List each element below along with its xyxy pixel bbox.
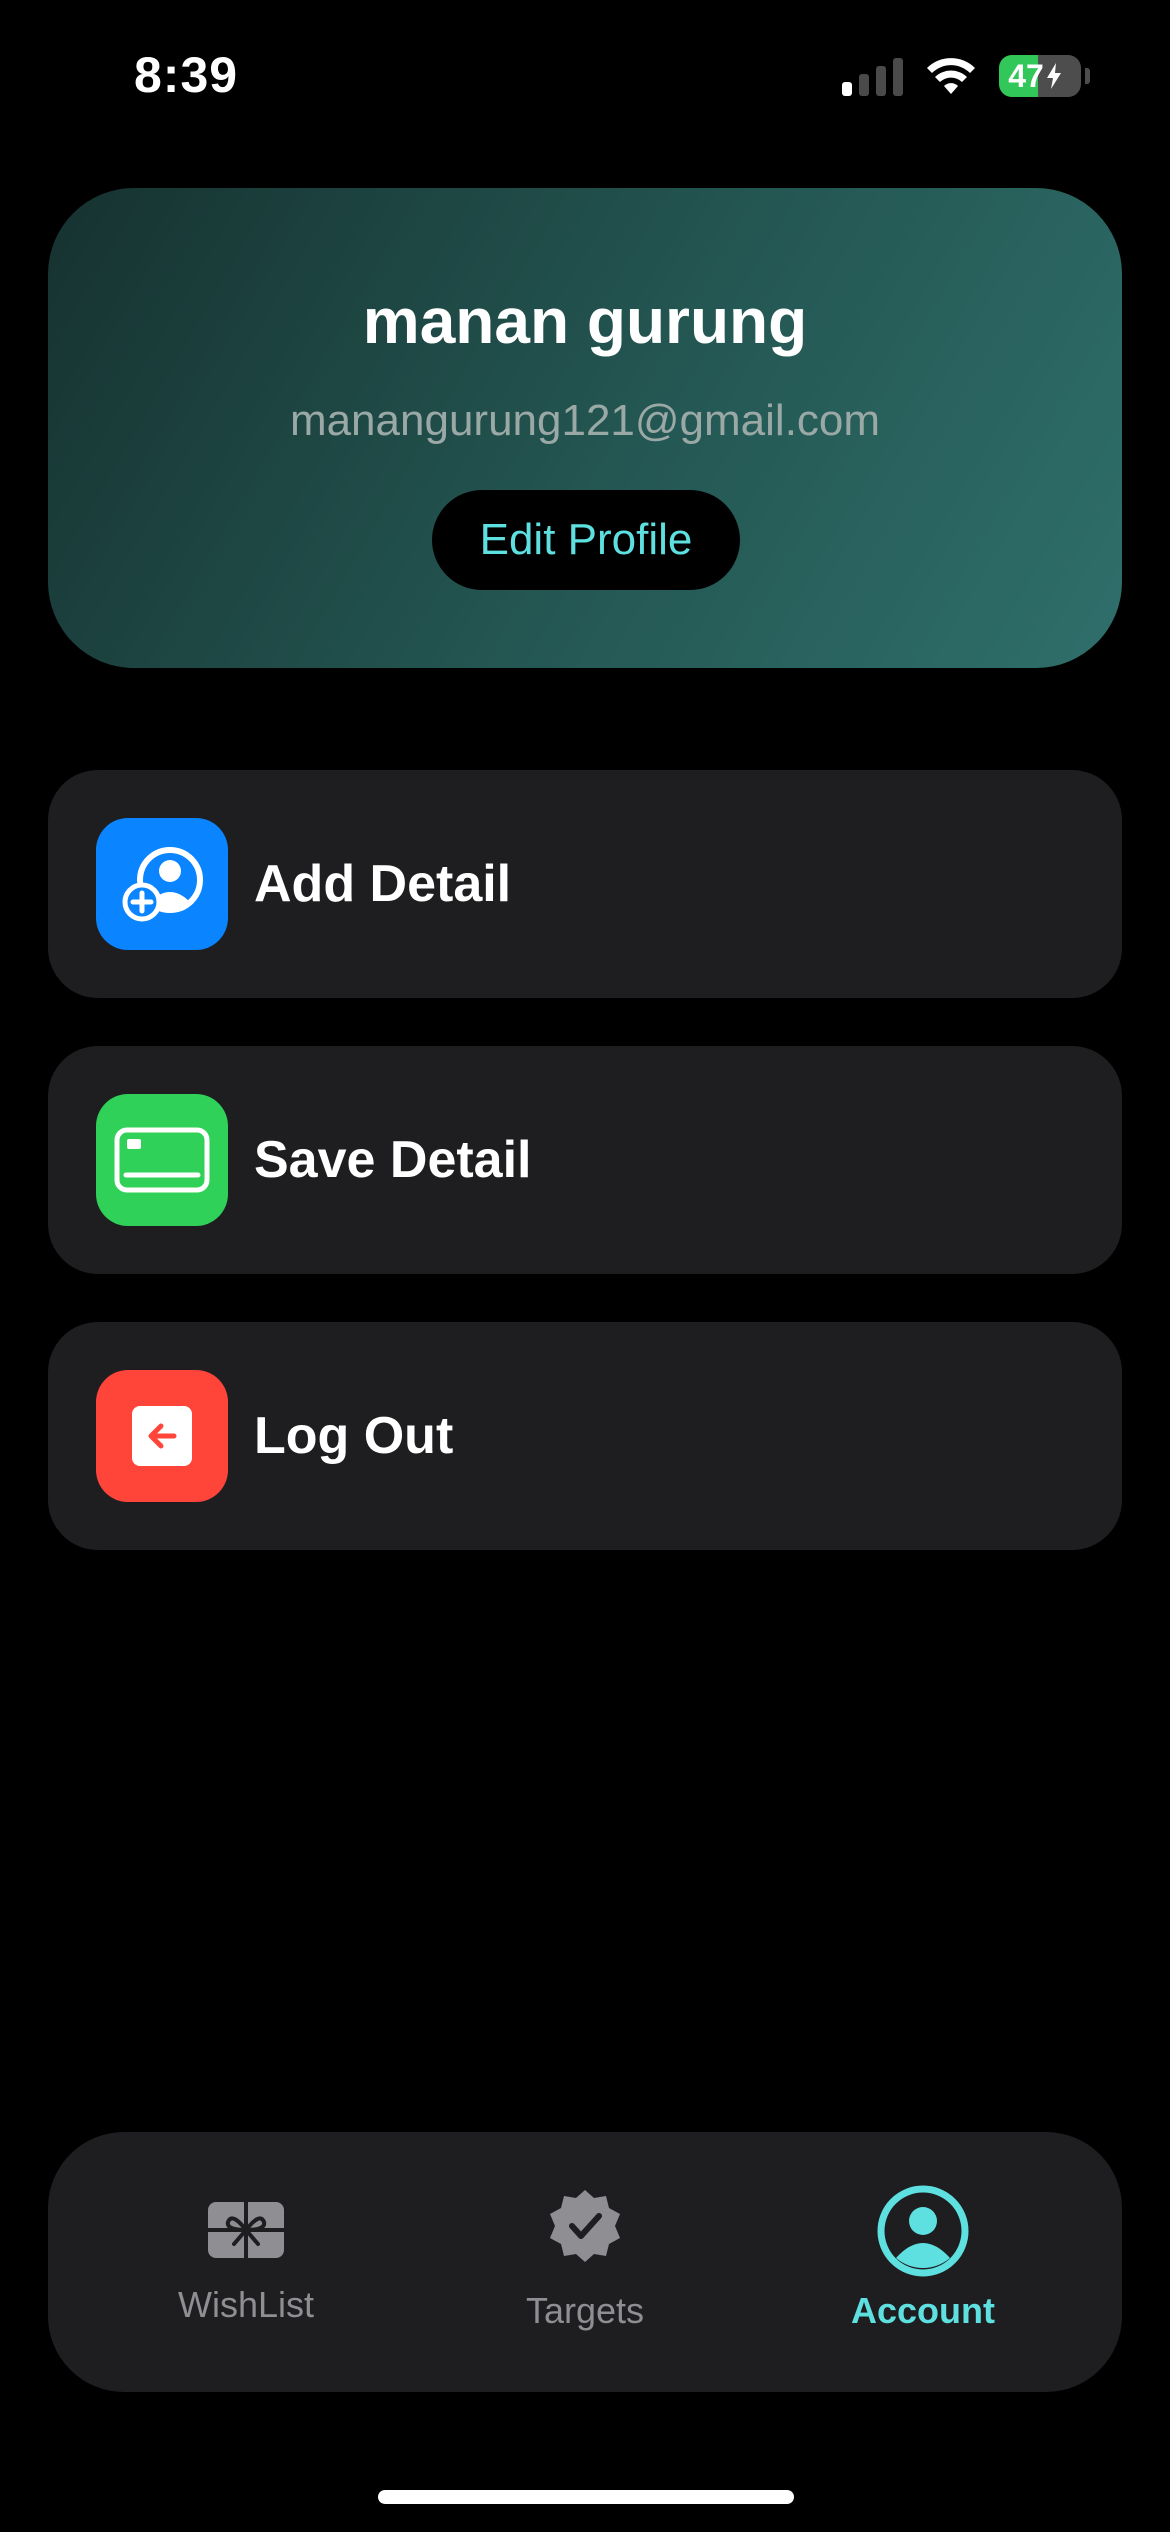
menu-item-log-out[interactable]: Log Out (48, 1322, 1122, 1550)
tab-targets[interactable]: Targets (455, 2132, 715, 2392)
tab-wishlist[interactable]: WishList (116, 2132, 376, 2392)
profile-name: manan gurung (362, 285, 808, 357)
add-detail-tile (96, 818, 228, 950)
cellular-signal-icon (842, 56, 903, 96)
battery-tip (1085, 68, 1090, 84)
tab-label: WishList (177, 2284, 315, 2325)
menu-item-add-detail[interactable]: Add Detail (48, 770, 1122, 998)
status-time: 8:39 (134, 47, 239, 103)
status-indicators: 47 (842, 54, 1090, 98)
save-detail-tile (96, 1094, 228, 1226)
charging-bolt-icon (1046, 63, 1061, 89)
menu-item-save-detail[interactable]: Save Detail (48, 1046, 1122, 1274)
profile-card: manan gurung manangurung121@gmail.com Ed… (48, 188, 1122, 668)
tab-account[interactable]: Account (793, 2132, 1053, 2392)
tab-label: Account (851, 2290, 995, 2331)
menu-item-label: Log Out (254, 1407, 454, 1465)
tab-bar: WishList Targets Account (48, 2132, 1122, 2392)
edit-profile-button[interactable]: Edit Profile (432, 490, 740, 590)
card-icon (114, 1127, 210, 1193)
home-indicator[interactable] (378, 2490, 794, 2504)
account-icon (877, 2185, 969, 2277)
menu-item-label: Save Detail (254, 1131, 532, 1189)
log-out-tile (96, 1370, 228, 1502)
logout-arrow-icon (132, 1406, 192, 1466)
tab-label: Targets (525, 2290, 645, 2331)
wifi-icon (927, 58, 975, 94)
battery-percent: 47 (999, 55, 1071, 97)
check-badge-icon (550, 2190, 620, 2262)
gift-icon (208, 2202, 284, 2258)
menu-item-label: Add Detail (254, 855, 512, 913)
add-person-icon (122, 847, 203, 922)
profile-email: manangurung121@gmail.com (289, 396, 881, 445)
battery-icon: 47 (999, 55, 1081, 97)
